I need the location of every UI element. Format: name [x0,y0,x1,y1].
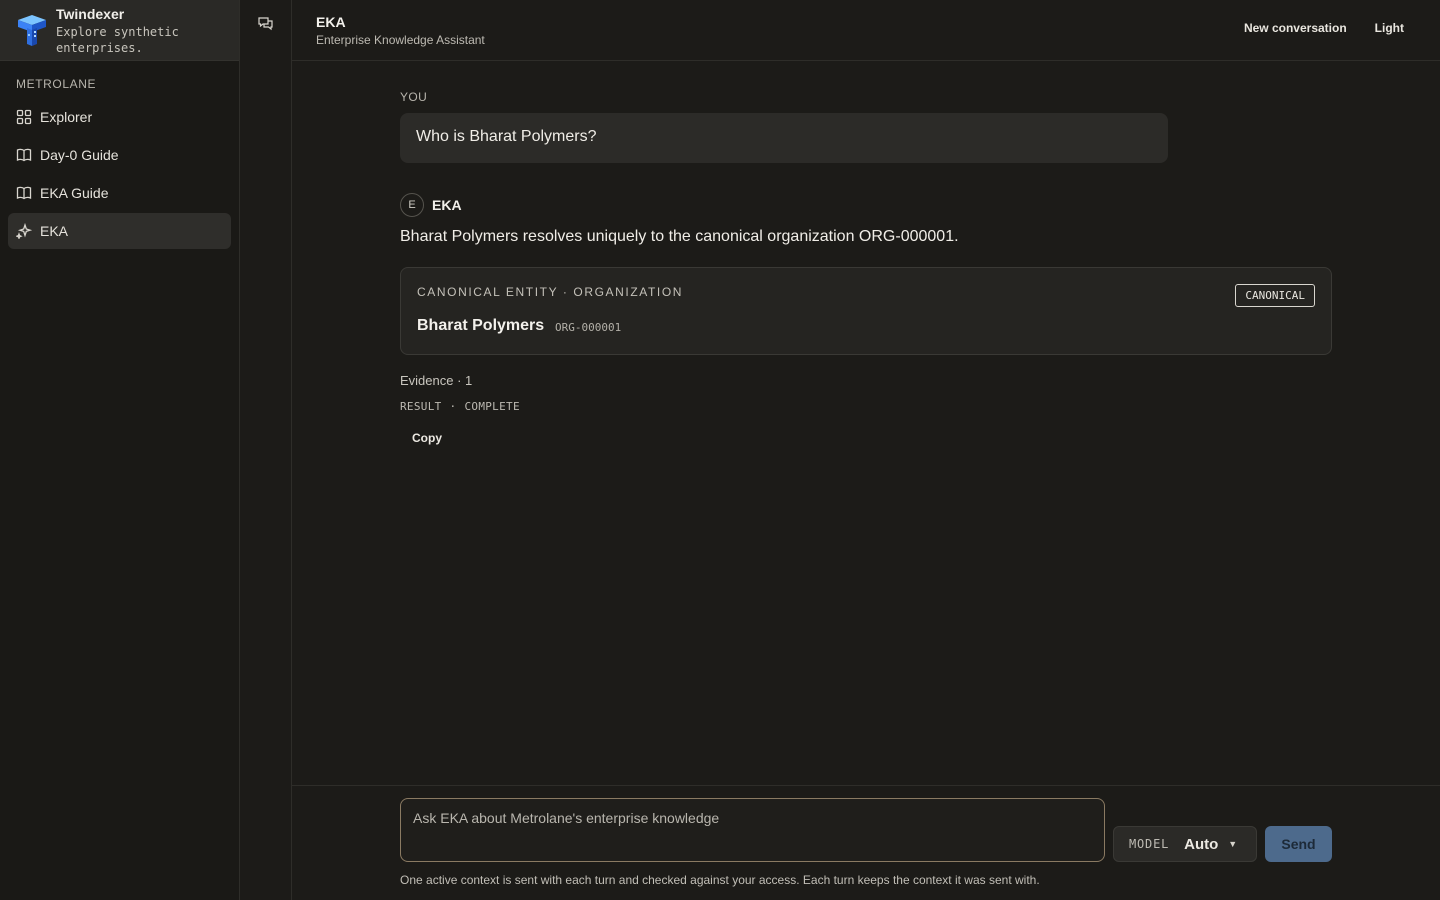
book-icon [16,147,32,163]
sidebar-item-explorer[interactable]: Explorer [8,99,231,135]
new-conversation-button[interactable]: New conversation [1244,21,1347,35]
brand-header[interactable]: Twindexer Explore synthetic enterprises. [0,0,239,61]
chat-bubbles-icon [258,17,273,31]
user-label: YOU [400,90,428,104]
assistant-avatar: E [400,193,424,217]
conversations-button[interactable] [256,14,276,34]
sidebar-item-eka[interactable]: EKA [8,213,231,249]
twindexer-logo-icon [18,15,46,46]
sidebar-item-label: Explorer [40,109,93,125]
brand-tagline: Explore synthetic enterprises. [56,25,179,55]
theme-toggle-button[interactable]: Light [1375,21,1404,35]
workspace-section-label: METROLANE [16,77,97,91]
user-message: Who is Bharat Polymers? [400,113,1168,163]
book-icon [16,185,32,201]
sidebar-item-label: EKA Guide [40,185,109,201]
entity-card[interactable]: CANONICAL ENTITY · ORGANIZATION CANONICA… [400,267,1332,355]
sidebar-item-eka-guide[interactable]: EKA Guide [8,175,231,211]
result-label: RESULT [400,400,442,413]
model-dropdown[interactable]: Auto ▼ [1184,836,1237,853]
header-actions: New conversation Light [1244,21,1404,35]
send-button[interactable]: Send [1265,826,1332,862]
grid-icon [16,109,32,125]
model-value: Auto [1184,835,1219,853]
brand-name: Twindexer [56,6,125,22]
copy-button[interactable]: Copy [412,431,442,445]
assistant-header: E EKA [400,193,462,217]
assistant-answer: Bharat Polymers resolves uniquely to the… [400,228,959,245]
page-header: EKA Enterprise Knowledge Assistant New c… [292,0,1440,61]
page-title: EKA [316,14,346,30]
evidence-toggle[interactable]: Evidence · 1 [400,373,472,388]
model-label: MODEL [1129,837,1170,851]
result-status-value: COMPLETE [464,400,520,413]
result-separator: · [449,400,457,413]
conversation-rail [240,0,292,900]
assistant-name: EKA [432,197,462,213]
message-input[interactable] [400,798,1105,862]
sidebar-nav: Explorer Day-0 Guide EKA Guide EKA [8,99,231,251]
sidebar-item-label: EKA [40,223,69,239]
model-selector[interactable]: MODEL Auto ▼ [1113,826,1257,862]
entity-kind: CANONICAL ENTITY · ORGANIZATION [417,285,684,299]
entity-id: ORG-000001 [555,321,622,334]
sidebar-item-label: Day-0 Guide [40,147,119,163]
result-status: RESULT · COMPLETE [400,400,528,413]
canonical-badge: CANONICAL [1235,284,1315,307]
entity-name: Bharat Polymers [417,317,545,334]
sparkle-icon [16,223,32,239]
page-subtitle: Enterprise Knowledge Assistant [316,33,485,47]
caret-down-icon: ▼ [1228,839,1238,849]
sidebar-item-day0-guide[interactable]: Day-0 Guide [8,137,231,173]
composer-footnote: One active context is sent with each tur… [400,873,1040,887]
sidebar: Twindexer Explore synthetic enterprises.… [0,0,240,900]
